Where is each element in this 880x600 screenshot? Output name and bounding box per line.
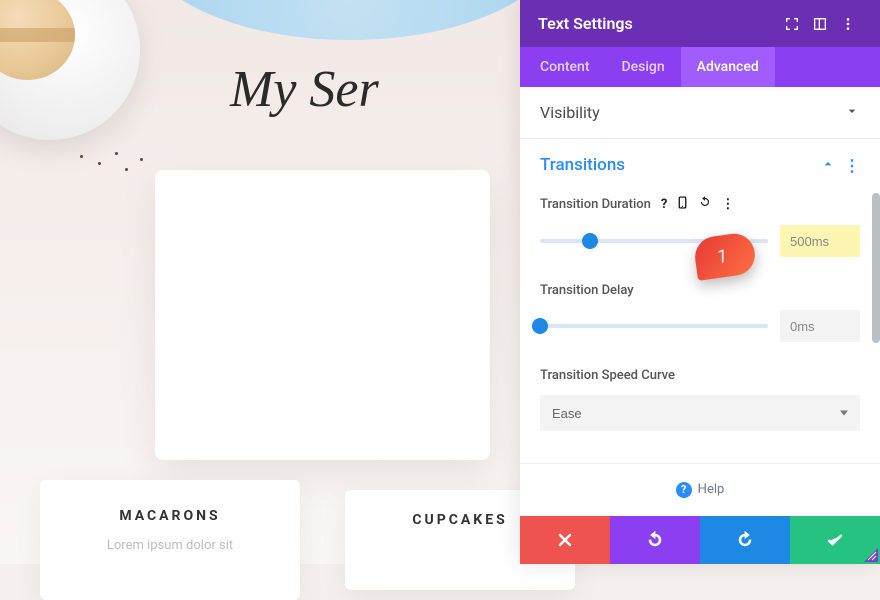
tab-content[interactable]: Content	[520, 47, 606, 87]
responsive-icon[interactable]	[676, 196, 689, 213]
cancel-button[interactable]	[520, 516, 610, 564]
more-icon[interactable]	[834, 16, 862, 32]
duration-input[interactable]	[780, 225, 860, 257]
undo-button[interactable]	[610, 516, 700, 564]
section-transitions: Transitions ⋮ Transition Duration ?	[520, 139, 880, 464]
chevron-up-icon	[820, 156, 836, 175]
panel-body: Visibility Transitions ⋮ Transition Dura…	[520, 87, 880, 516]
section-title: Visibility	[540, 103, 844, 122]
help-link[interactable]: ? Help	[520, 464, 880, 516]
slider-thumb[interactable]	[582, 233, 598, 249]
settings-panel: Text Settings Content Design Advanced Vi…	[520, 0, 880, 564]
field-label: Transition Delay	[540, 283, 634, 298]
resize-handle-icon[interactable]	[864, 548, 878, 562]
section-content: Transition Duration ? ⋮	[520, 191, 880, 463]
curve-select[interactable]	[540, 395, 860, 431]
help-icon[interactable]: ?	[661, 197, 667, 212]
content-card-macarons[interactable]: MACARONS Lorem ipsum dolor sit	[40, 480, 300, 600]
content-card-main[interactable]	[155, 170, 490, 460]
card-subtitle: Lorem ipsum dolor sit	[60, 538, 280, 553]
section-toggle[interactable]: Visibility	[520, 87, 880, 138]
curve-select-wrap[interactable]	[540, 395, 860, 431]
tab-advanced[interactable]: Advanced	[681, 47, 775, 87]
help-badge-icon: ?	[676, 482, 692, 498]
reset-icon[interactable]	[698, 195, 712, 213]
scrollbar[interactable]	[872, 193, 880, 343]
decorative-macaron	[0, 0, 75, 80]
slider-thumb[interactable]	[532, 318, 548, 334]
decorative-plate	[0, 0, 140, 140]
field-transition-duration: Transition Duration ? ⋮	[540, 195, 860, 257]
field-transition-curve: Transition Speed Curve	[540, 368, 860, 431]
section-visibility: Visibility	[520, 87, 880, 139]
section-title: Transitions	[540, 155, 820, 175]
panel-title: Text Settings	[538, 14, 778, 33]
delay-slider[interactable]	[540, 324, 768, 328]
decorative-oval	[140, 0, 560, 40]
field-label: Transition Speed Curve	[540, 368, 675, 383]
card-title: MACARONS	[60, 508, 280, 524]
panel-footer	[520, 516, 880, 564]
page-heading: My Ser	[230, 60, 379, 119]
decorative-crumbs	[70, 150, 160, 180]
tab-design[interactable]: Design	[606, 47, 681, 87]
field-label: Transition Duration	[540, 197, 651, 212]
columns-icon[interactable]	[806, 16, 834, 32]
section-toggle[interactable]: Transitions ⋮	[520, 139, 880, 191]
panel-header: Text Settings	[520, 0, 880, 47]
duration-slider[interactable]	[540, 239, 768, 243]
redo-button[interactable]	[700, 516, 790, 564]
section-more-icon[interactable]: ⋮	[844, 156, 860, 175]
delay-input[interactable]	[780, 310, 860, 342]
expand-icon[interactable]	[778, 16, 806, 32]
field-transition-delay: Transition Delay	[540, 283, 860, 342]
help-label: Help	[698, 482, 725, 497]
chevron-down-icon	[844, 103, 860, 122]
panel-tabs: Content Design Advanced	[520, 47, 880, 87]
field-more-icon[interactable]: ⋮	[721, 197, 734, 212]
